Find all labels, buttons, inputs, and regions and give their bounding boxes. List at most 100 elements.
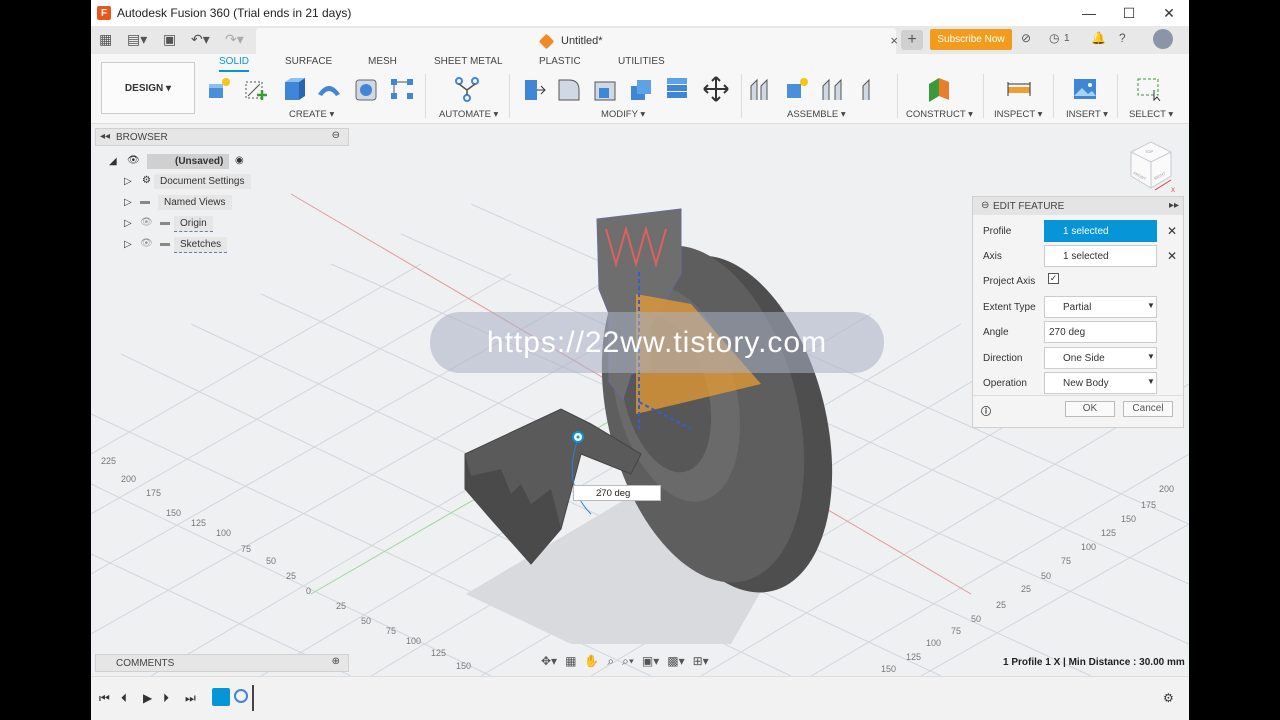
cancel-button[interactable]: Cancel xyxy=(1123,401,1173,417)
new-tab-button[interactable]: + xyxy=(901,30,923,50)
expand-arrow-icon[interactable]: ▷ xyxy=(124,218,132,229)
close-tab-button[interactable]: × xyxy=(890,33,898,48)
construct-plane-icon[interactable] xyxy=(925,76,953,102)
tab-plastic[interactable]: PLASTIC xyxy=(539,56,581,67)
play-icon[interactable]: ▶ xyxy=(143,691,152,705)
create-sketch-icon[interactable] xyxy=(242,76,270,102)
automate-icon[interactable] xyxy=(453,76,481,102)
collapse-browser-icon[interactable]: ◂◂ xyxy=(100,131,110,142)
redo-icon[interactable]: ↷▾ xyxy=(225,31,244,48)
operation-select[interactable]: New Body xyxy=(1044,372,1157,394)
step-forward-icon[interactable]: ⏵ xyxy=(163,691,169,706)
automate-menu[interactable]: AUTOMATE ▾ xyxy=(439,109,498,120)
insert-image-icon[interactable] xyxy=(1071,76,1099,102)
chamfer-icon[interactable] xyxy=(591,76,619,102)
job-status-icon[interactable]: ◷ xyxy=(1049,31,1059,45)
inspect-menu[interactable]: INSPECT ▾ xyxy=(994,109,1042,120)
extensions-icon[interactable]: ⊘ xyxy=(1021,31,1031,45)
shell-icon[interactable] xyxy=(627,76,655,102)
go-to-start-icon[interactable]: ⏮ xyxy=(99,691,110,706)
extrude-icon[interactable] xyxy=(279,76,307,102)
as-built-joint-icon[interactable] xyxy=(819,76,847,102)
expand-arrow-icon[interactable]: ▷ xyxy=(124,239,132,250)
visibility-eye-icon[interactable]: 👁 xyxy=(140,238,153,249)
profile-selection[interactable]: 1 selected xyxy=(1044,220,1157,242)
combine-icon[interactable] xyxy=(663,76,691,102)
expand-icon[interactable]: ◢ xyxy=(109,156,117,167)
expand-arrow-icon[interactable]: ▷ xyxy=(124,176,132,187)
axis-selection[interactable]: 1 selected xyxy=(1044,245,1157,267)
move-icon[interactable] xyxy=(702,76,730,102)
look-at-icon[interactable]: ▦ xyxy=(565,654,576,669)
minimize-button[interactable]: — xyxy=(1069,0,1109,26)
viewcube-face-top[interactable]: TOP xyxy=(1145,149,1153,154)
3d-viewport[interactable]: 225 200 175 150 125 100 75 50 25 0 25 50 75 100 125 150… xyxy=(91,124,1189,676)
fillet-icon[interactable] xyxy=(555,76,583,102)
close-window-button[interactable]: ✕ xyxy=(1149,0,1189,26)
direction-select[interactable]: One Side xyxy=(1044,347,1157,369)
file-icon[interactable]: ▤▾ xyxy=(127,31,147,48)
zoom-icon[interactable]: ⌕ xyxy=(607,654,614,669)
pan-icon[interactable]: ✋ xyxy=(584,654,599,669)
display-settings-icon[interactable]: ▣▾ xyxy=(642,654,659,669)
visibility-eye-icon[interactable]: 👁 xyxy=(140,217,153,228)
browser-panel-header[interactable]: ◂◂ BROWSER ⊖ xyxy=(95,128,349,146)
orbit-icon[interactable]: ✥▾ xyxy=(541,654,557,669)
new-component-icon[interactable] xyxy=(205,76,233,102)
workspace-switcher[interactable]: DESIGN ▾ xyxy=(101,62,195,114)
tab-sheet-metal[interactable]: SHEET METAL xyxy=(434,56,503,67)
tab-mesh[interactable]: MESH xyxy=(368,56,397,67)
viewcube[interactable]: X FRONT RIGHT TOP xyxy=(1125,136,1177,194)
grid-menu-icon[interactable]: ▦ xyxy=(99,31,112,48)
tab-utilities[interactable]: UTILITIES xyxy=(618,56,665,67)
angle-input[interactable]: 270 deg xyxy=(1044,321,1157,343)
modify-menu[interactable]: MODIFY ▾ xyxy=(601,109,645,120)
project-axis-checkbox[interactable]: ✓ xyxy=(1048,273,1059,284)
browser-options-icon[interactable]: ⊖ xyxy=(332,130,340,141)
document-tab[interactable]: Untitled* × xyxy=(256,28,898,54)
tab-solid[interactable]: SOLID xyxy=(219,56,250,72)
new-component-assemble-icon[interactable] xyxy=(783,76,811,102)
expand-dialog-icon[interactable]: ▸▸ xyxy=(1169,200,1179,211)
comments-panel-header[interactable]: COMMENTS ⊕ xyxy=(95,654,349,672)
user-avatar[interactable] xyxy=(1153,29,1173,49)
grid-settings-icon[interactable]: ▩▾ xyxy=(667,654,684,669)
revolve-icon[interactable] xyxy=(315,76,343,102)
subscribe-now-button[interactable]: Subscribe Now xyxy=(930,29,1012,50)
motion-link-icon[interactable] xyxy=(855,76,883,102)
add-comment-icon[interactable]: ⊕ xyxy=(332,656,340,667)
timeline-marker[interactable] xyxy=(252,685,254,711)
expand-arrow-icon[interactable]: ▷ xyxy=(124,197,132,208)
maximize-button[interactable]: ☐ xyxy=(1109,0,1149,26)
clear-profile-icon[interactable]: ✕ xyxy=(1167,224,1177,238)
clear-axis-icon[interactable]: ✕ xyxy=(1167,249,1177,263)
notifications-icon[interactable]: 🔔 xyxy=(1091,31,1106,45)
more-options-icon[interactable]: ⋮ xyxy=(596,487,656,498)
save-icon[interactable]: ▣ xyxy=(163,31,176,48)
ok-button[interactable]: OK xyxy=(1065,401,1115,417)
go-to-end-icon[interactable]: ⏭ xyxy=(185,691,196,706)
collapse-dialog-icon[interactable]: ⊖ xyxy=(981,200,989,211)
undo-icon[interactable]: ↶▾ xyxy=(191,31,210,48)
info-icon[interactable]: ⓘ xyxy=(981,403,991,418)
step-back-icon[interactable]: ⏴ xyxy=(121,691,127,706)
pattern-icon[interactable] xyxy=(388,76,416,102)
joint-icon[interactable] xyxy=(747,76,775,102)
construct-menu[interactable]: CONSTRUCT ▾ xyxy=(906,109,973,120)
insert-menu[interactable]: INSERT ▾ xyxy=(1066,109,1108,120)
visibility-eye-icon[interactable]: 👁 xyxy=(127,155,140,166)
select-menu[interactable]: SELECT ▾ xyxy=(1129,109,1173,120)
measure-icon[interactable] xyxy=(1005,76,1033,102)
sweep-icon[interactable] xyxy=(352,76,380,102)
create-menu[interactable]: CREATE ▾ xyxy=(289,109,334,120)
help-icon[interactable]: ? xyxy=(1119,31,1126,45)
timeline-sketch-feature[interactable] xyxy=(212,688,230,706)
select-window-icon[interactable] xyxy=(1135,76,1163,102)
active-radio-icon[interactable]: ◉ xyxy=(235,155,244,166)
press-pull-icon[interactable] xyxy=(519,76,547,102)
timeline-settings-gear-icon[interactable]: ⚙ xyxy=(1163,691,1174,705)
tab-surface[interactable]: SURFACE xyxy=(285,56,332,67)
angle-manipulator-input[interactable]: 270 deg ⋮ xyxy=(573,485,661,501)
assemble-menu[interactable]: ASSEMBLE ▾ xyxy=(787,109,846,120)
viewports-icon[interactable]: ⊞▾ xyxy=(693,654,709,669)
